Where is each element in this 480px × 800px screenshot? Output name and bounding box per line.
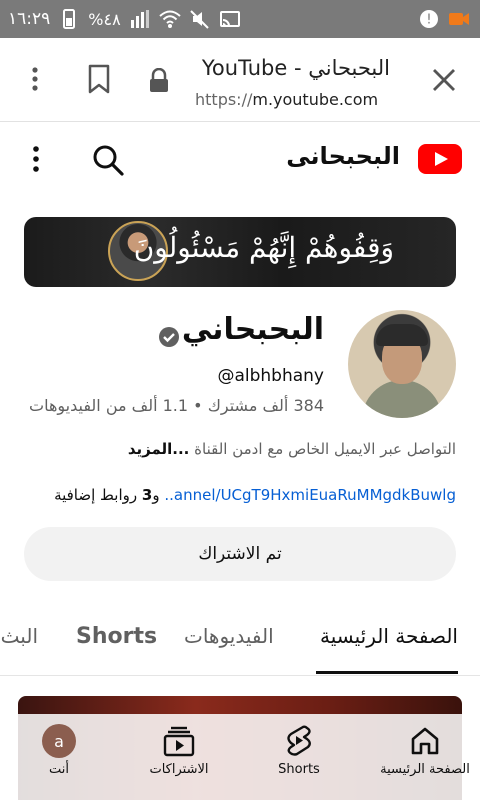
channel-avatar[interactable] <box>348 310 456 418</box>
channel-stats: 384 ألف مشترك • 1.1 ألف من الفيديوهات <box>29 396 324 415</box>
banner-calligraphy: وَقِفُوهُمْ إِنَّهُمْ مَسْئُولُونَ <box>133 231 394 264</box>
user-avatar: a <box>42 724 76 758</box>
channel-tabs: الصفحة الرئيسية الفيديوهات Shorts البث <box>0 606 480 676</box>
subscriptions-icon <box>163 726 195 757</box>
page-title[interactable]: البحبحاني - YouTube <box>202 56 390 80</box>
channel-banner: وَقِفُوهُمْ إِنَّهُمْ مَسْئُولُونَ <box>24 217 456 287</box>
channel-handle: @albhbhany <box>217 366 324 386</box>
verified-icon <box>159 327 179 347</box>
more-options-icon[interactable] <box>26 144 46 174</box>
url-scheme: https:// <box>195 90 253 109</box>
channel-name: البحبحاني <box>181 312 324 347</box>
description-text: التواصل عبر الايميل الخاص مع ادمن القناة <box>194 440 456 458</box>
nav-you-label: أنت <box>49 762 69 777</box>
status-bar: ١٦:٢٩ %٤٨ ! <box>0 0 480 38</box>
nav-subscriptions[interactable]: الاشتراكات <box>124 724 234 777</box>
nav-subscriptions-label: الاشتراكات <box>149 762 209 777</box>
links-prefix: و <box>152 486 160 504</box>
cast-icon <box>219 11 240 27</box>
subscriber-count: 384 ألف مشترك <box>207 396 324 415</box>
stats-separator: • <box>193 396 203 415</box>
channel-links[interactable]: annel/UCgT9HxmiEuaRuMMgdkBuwlg.. و3 رواب… <box>54 486 456 504</box>
tab-live[interactable]: البث <box>0 624 38 648</box>
wifi-icon <box>158 10 181 28</box>
tab-videos[interactable]: الفيديوهات <box>184 624 274 648</box>
status-left: ١٦:٢٩ %٤٨ <box>8 8 241 30</box>
channel-description[interactable]: التواصل عبر الايميل الخاص مع ادمن القناة… <box>128 440 456 458</box>
links-count: 3 <box>141 486 153 504</box>
svg-text:!: ! <box>426 13 431 28</box>
tab-shorts[interactable]: Shorts <box>76 624 157 649</box>
links-suffix: روابط إضافية <box>54 486 138 504</box>
shorts-icon <box>287 725 311 756</box>
search-icon[interactable] <box>90 142 126 178</box>
notification-alert-icon: ! <box>420 10 438 28</box>
status-right: ! <box>418 8 470 30</box>
more-link[interactable]: ...المزيد <box>128 440 190 458</box>
nav-you[interactable]: a أنت <box>4 724 114 777</box>
battery-icon <box>63 9 76 29</box>
header-channel-title: البحبحانى <box>286 142 400 170</box>
lock-icon[interactable] <box>148 68 170 94</box>
browser-toolbar: البحبحاني - YouTube https://m.youtube.co… <box>0 38 480 122</box>
video-recorder-icon <box>449 13 469 25</box>
nav-shorts-label: Shorts <box>278 762 320 777</box>
mute-icon <box>189 10 209 29</box>
nav-home[interactable]: الصفحة الرئيسية <box>370 724 480 777</box>
active-tab-indicator <box>316 671 458 674</box>
channel-link[interactable]: annel/UCgT9HxmiEuaRuMMgdkBuwlg.. <box>164 486 456 504</box>
close-icon[interactable] <box>430 66 458 94</box>
home-icon <box>411 727 439 755</box>
browser-menu-icon[interactable] <box>20 64 50 94</box>
tab-live-label: البث <box>0 624 38 648</box>
signal-icon <box>130 10 149 28</box>
bottom-navigation: الصفحة الرئيسية Shorts الاشتراكات a أنت <box>0 714 480 800</box>
nav-shorts[interactable]: Shorts <box>244 724 354 777</box>
battery-percent: %٤٨ <box>88 9 121 29</box>
youtube-logo-icon[interactable] <box>418 144 462 174</box>
video-count: 1.1 ألف من الفيديوهات <box>29 396 189 415</box>
tab-home[interactable]: الصفحة الرئيسية <box>320 624 458 648</box>
status-time: ١٦:٢٩ <box>8 9 51 29</box>
page-url[interactable]: https://m.youtube.com <box>195 90 378 109</box>
bookmark-icon[interactable] <box>86 64 112 94</box>
youtube-header: البحبحانى <box>0 122 480 196</box>
subscribed-button[interactable]: تم الاشتراك <box>24 527 456 581</box>
nav-home-label: الصفحة الرئيسية <box>380 762 470 777</box>
url-host: m.youtube.com <box>252 90 379 109</box>
